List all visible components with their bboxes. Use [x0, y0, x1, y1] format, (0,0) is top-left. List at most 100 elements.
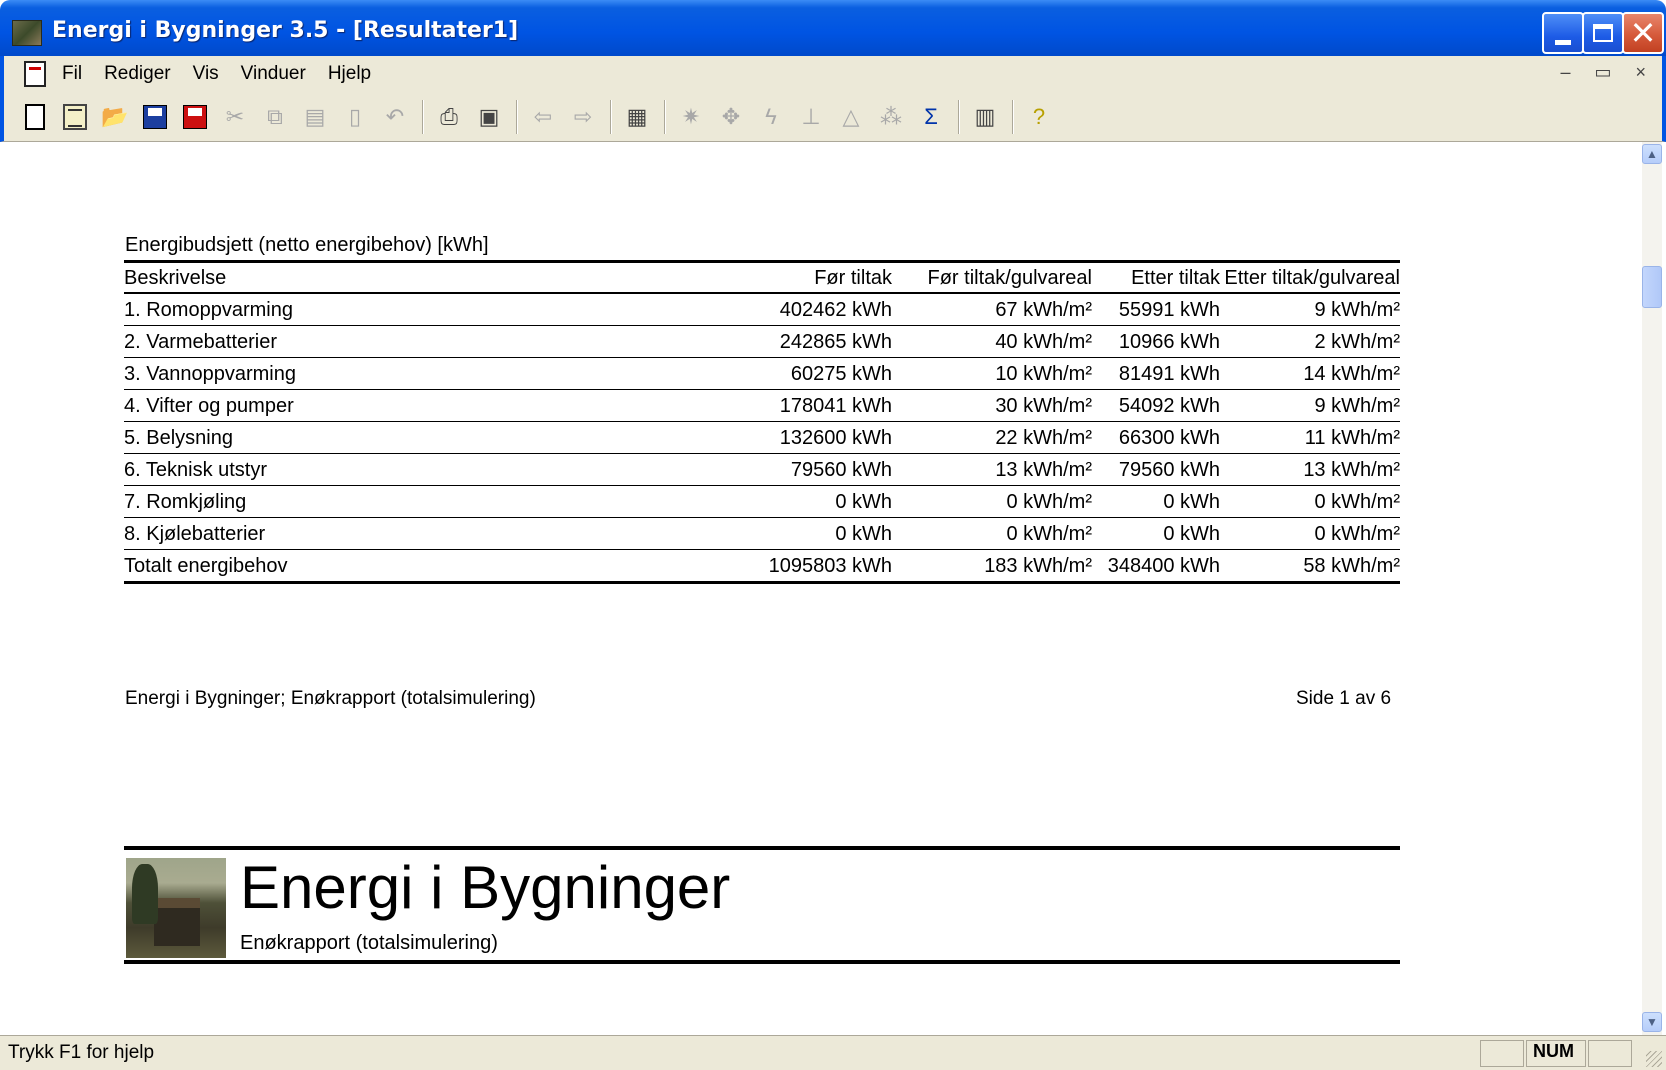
clipboard-icon[interactable]: ▯	[338, 100, 372, 134]
row-description: Totalt energibehov	[124, 549, 464, 584]
num-lock-indicator: NUM	[1526, 1040, 1586, 1067]
cell-after: 79560 kWh	[1092, 453, 1220, 486]
copy-icon[interactable]: ⧉	[258, 100, 292, 134]
menu-rediger[interactable]: Rediger	[104, 63, 171, 85]
sigma-icon[interactable]: Σ	[914, 100, 948, 134]
cell-before: 132600 kWh	[464, 421, 892, 454]
sun-icon[interactable]: ✷	[674, 100, 708, 134]
page-header-rule	[124, 960, 1400, 964]
page-header-subtitle: Enøkrapport (totalsimulering)	[240, 932, 498, 954]
cell-after: 66300 kWh	[1092, 421, 1220, 454]
forward-arrow-icon[interactable]: ⇨	[566, 100, 600, 134]
scroll-down-button[interactable]: ▼	[1642, 1012, 1662, 1032]
cell-before: 60275 kWh	[464, 357, 892, 390]
row-description: 7. Romkjøling	[124, 485, 464, 518]
table-row: 7. Romkjøling 0 kWh 0 kWh/m² 0 kWh 0 kWh…	[124, 485, 1400, 518]
cut-icon[interactable]: ✂	[218, 100, 252, 134]
cell-after-per-area: 13 kWh/m²	[1220, 453, 1400, 486]
cell-before-per-area: 13 kWh/m²	[892, 453, 1092, 486]
document-window-icon[interactable]	[24, 61, 46, 87]
table-row: 2. Varmebatterier 242865 kWh 40 kWh/m² 1…	[124, 325, 1400, 358]
open-folder-icon[interactable]: 📂	[98, 100, 132, 134]
cell-after: 0 kWh	[1092, 485, 1220, 518]
cell-after: 54092 kWh	[1092, 389, 1220, 422]
page-footer-title: Energi i Bygninger; Enøkrapport (totalsi…	[125, 688, 536, 709]
status-bar: Trykk F1 for hjelp NUM	[0, 1035, 1666, 1070]
shape-icon[interactable]: △	[834, 100, 868, 134]
vertical-scrollbar[interactable]: ▲ ▼	[1642, 142, 1662, 1035]
table-row: 8. Kjølebatterier 0 kWh 0 kWh/m² 0 kWh 0…	[124, 517, 1400, 550]
cell-after-per-area: 9 kWh/m²	[1220, 293, 1400, 326]
cell-before-per-area: 183 kWh/m²	[892, 549, 1092, 584]
cell-before: 0 kWh	[464, 485, 892, 518]
menu-hjelp[interactable]: Hjelp	[328, 63, 371, 85]
crosshair-icon[interactable]: ✥	[714, 100, 748, 134]
save-as-icon[interactable]	[178, 100, 212, 134]
total-row: Totalt energibehov 1095803 kWh 183 kWh/m…	[124, 549, 1400, 584]
page-header-rule	[124, 846, 1400, 850]
calculator-icon[interactable]: ▦	[620, 100, 654, 134]
cell-before-per-area: 30 kWh/m²	[892, 389, 1092, 422]
row-description: 5. Belysning	[124, 421, 464, 454]
cell-after-per-area: 0 kWh/m²	[1220, 485, 1400, 518]
toolbar-separator	[958, 99, 960, 134]
open-sheet-icon[interactable]	[58, 100, 92, 134]
toolbar-separator	[664, 99, 666, 134]
minimize-button[interactable]	[1542, 12, 1584, 54]
menu-vinduer[interactable]: Vinduer	[241, 63, 306, 85]
app-icon[interactable]	[12, 20, 42, 46]
column-header: Etter tiltak	[1092, 260, 1220, 294]
save-icon[interactable]	[138, 100, 172, 134]
mdi-minimize-icon[interactable]: –	[1560, 62, 1570, 83]
maximize-button[interactable]	[1582, 12, 1624, 54]
table-row: 3. Vannoppvarming 60275 kWh 10 kWh/m² 81…	[124, 357, 1400, 390]
report-view[interactable]: Energibudsjett (netto energibehov) [kWh]…	[4, 142, 1642, 1035]
paste-icon[interactable]: ▤	[298, 100, 332, 134]
row-description: 1. Romoppvarming	[124, 293, 464, 326]
status-text: Trykk F1 for hjelp	[8, 1042, 155, 1063]
scroll-up-button[interactable]: ▲	[1642, 144, 1662, 164]
cell-before-per-area: 10 kWh/m²	[892, 357, 1092, 390]
resize-grip-icon[interactable]	[1646, 1051, 1662, 1067]
close-icon: ✕	[1629, 15, 1657, 51]
cell-after-per-area: 0 kWh/m²	[1220, 517, 1400, 550]
cell-after: 55991 kWh	[1092, 293, 1220, 326]
column-header: Beskrivelse	[124, 260, 464, 294]
print-preview-icon[interactable]: ▣	[472, 100, 506, 134]
row-description: 8. Kjølebatterier	[124, 517, 464, 550]
row-description: 3. Vannoppvarming	[124, 357, 464, 390]
cell-before: 79560 kWh	[464, 453, 892, 486]
column-header: Etter tiltak/gulvareal	[1220, 260, 1400, 294]
mdi-close-icon[interactable]: ×	[1635, 62, 1646, 83]
maximize-icon	[1593, 24, 1613, 42]
scroll-thumb[interactable]	[1642, 266, 1662, 308]
lightning-icon[interactable]: ϟ	[754, 100, 788, 134]
menu-vis[interactable]: Vis	[193, 63, 219, 85]
cell-after-per-area: 14 kWh/m²	[1220, 357, 1400, 390]
mdi-controls: – ▭ ×	[1560, 62, 1646, 83]
print-icon[interactable]: ⎙	[432, 100, 466, 134]
table-header-row: Beskrivelse Før tiltak Før tiltak/gulvar…	[124, 260, 1400, 294]
toolbar-separator	[610, 99, 612, 134]
cell-before: 1095803 kWh	[464, 549, 892, 584]
sparkle-icon[interactable]: ⁂	[874, 100, 908, 134]
back-arrow-icon[interactable]: ⇦	[526, 100, 560, 134]
report-section-title: Energibudsjett (netto energibehov) [kWh]	[125, 234, 489, 256]
close-button[interactable]: ✕	[1622, 12, 1664, 54]
monitor-icon[interactable]: ▥	[968, 100, 1002, 134]
status-pane	[1588, 1040, 1632, 1067]
page-number: Side 1 av 6	[1296, 688, 1392, 709]
column-header: Før tiltak	[464, 260, 892, 294]
help-icon[interactable]: ?	[1022, 100, 1056, 134]
menu-bar: Fil Rediger Vis Vinduer Hjelp – ▭ ×	[0, 56, 1666, 92]
cell-after-per-area: 9 kWh/m²	[1220, 389, 1400, 422]
mdi-restore-icon[interactable]: ▭	[1594, 62, 1611, 83]
cell-before-per-area: 40 kWh/m²	[892, 325, 1092, 358]
new-document-icon[interactable]	[18, 100, 52, 134]
menu-fil[interactable]: Fil	[62, 63, 82, 85]
undo-icon[interactable]: ↶	[378, 100, 412, 134]
window-title: Energi i Bygninger 3.5 - [Resultater1]	[52, 18, 519, 43]
building-icon[interactable]: ⊥	[794, 100, 828, 134]
table-row: 4. Vifter og pumper 178041 kWh 30 kWh/m²…	[124, 389, 1400, 422]
cell-before-per-area: 0 kWh/m²	[892, 485, 1092, 518]
